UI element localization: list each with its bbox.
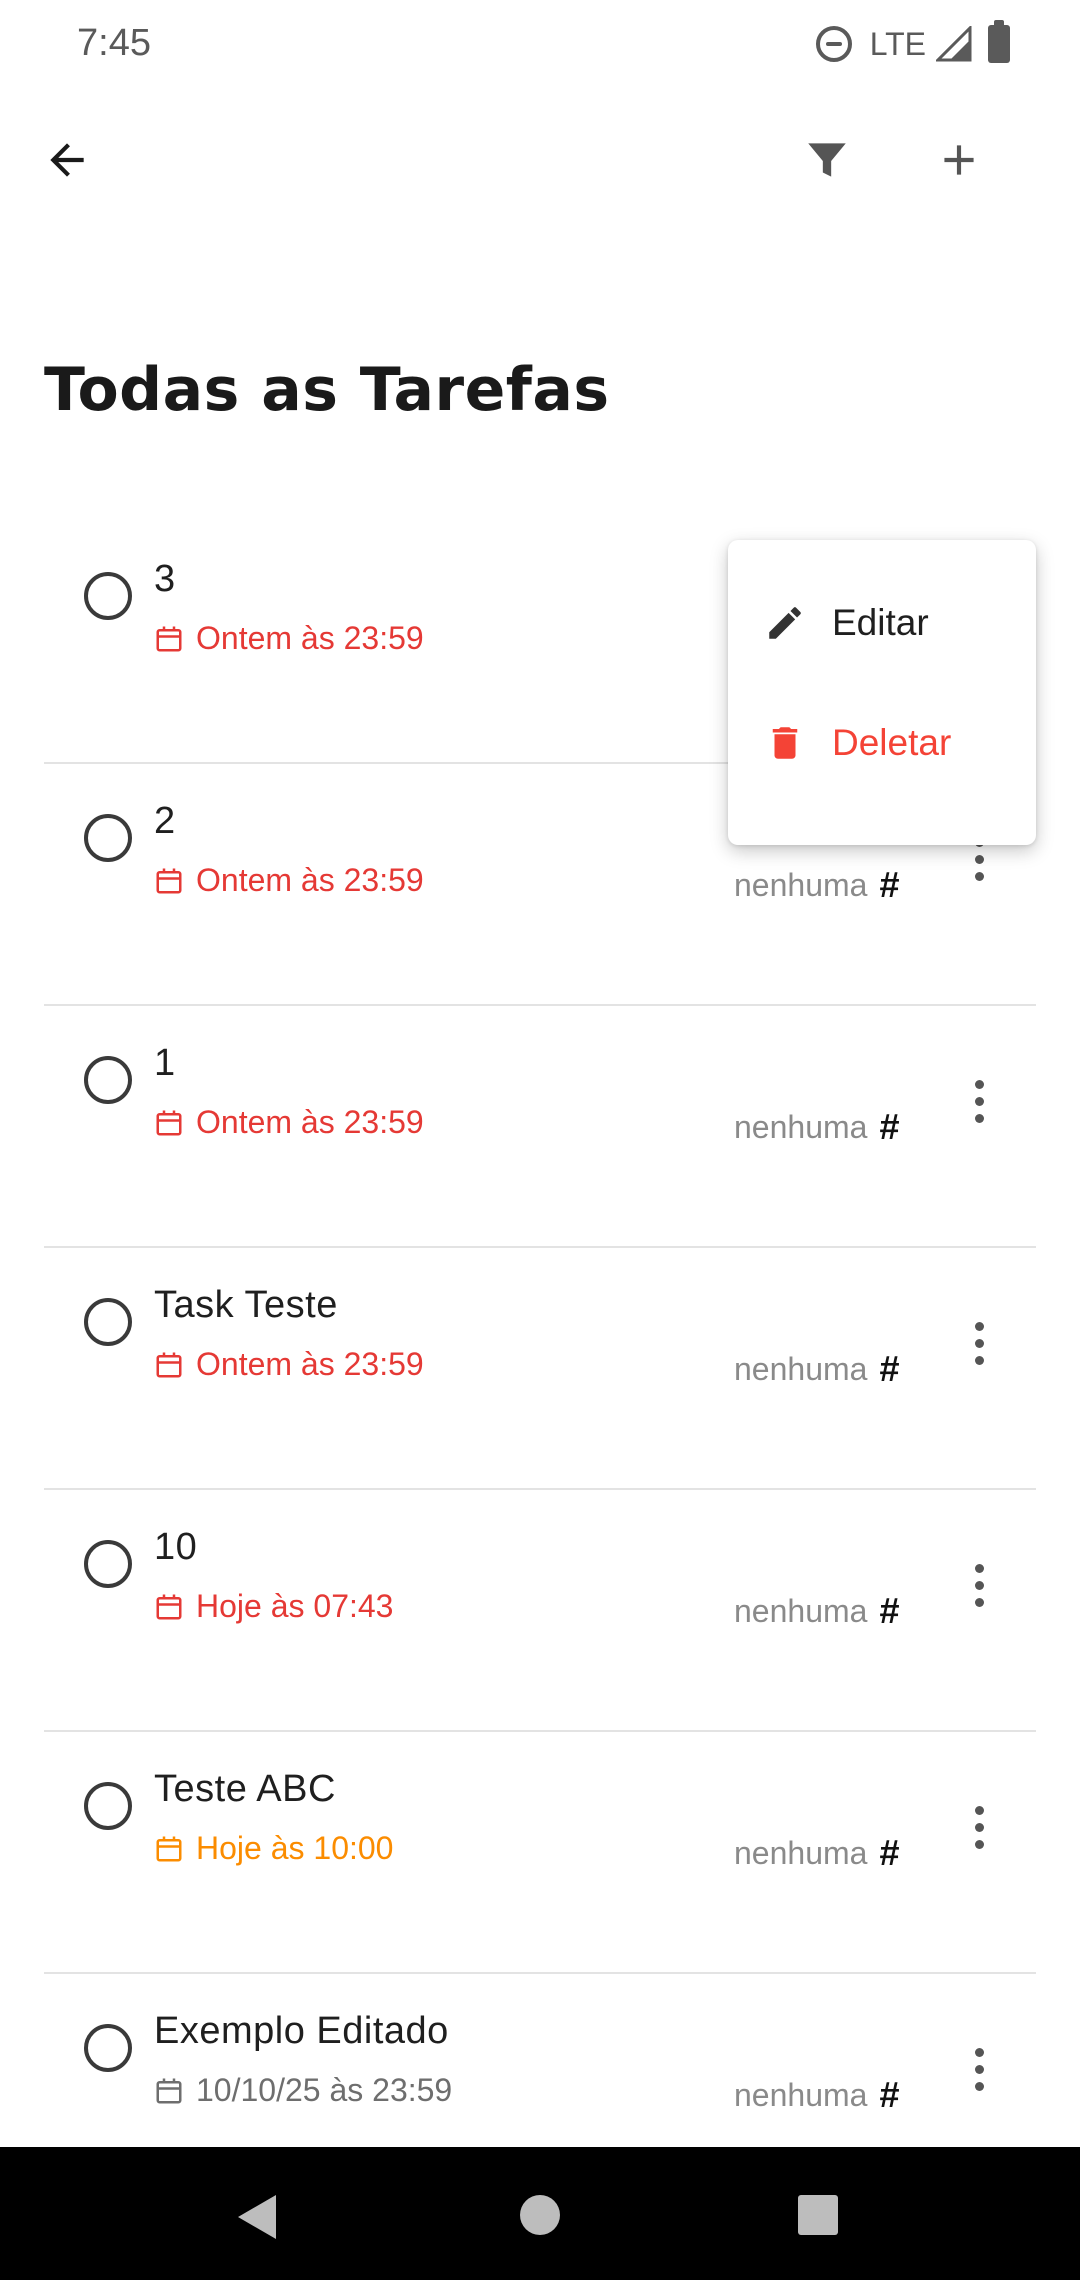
complete-checkbox[interactable] bbox=[84, 1540, 132, 1588]
more-options-button[interactable] bbox=[944, 1787, 1014, 1867]
arrow-back-icon bbox=[50, 143, 84, 177]
more-options-button[interactable] bbox=[944, 1303, 1014, 1383]
task-tag[interactable]: nenhuma # bbox=[734, 864, 899, 906]
complete-checkbox[interactable] bbox=[84, 572, 132, 620]
task-row[interactable]: 1 Ontem às 23:59 nenhuma # bbox=[44, 1006, 1036, 1248]
task-row[interactable]: Teste ABC Hoje às 10:00 nenhuma # bbox=[44, 1732, 1036, 1974]
more-vert-icon bbox=[974, 1079, 984, 1089]
task-options-menu: Editar Deletar bbox=[728, 540, 1036, 845]
hash-icon: # bbox=[879, 1106, 900, 1147]
task-title: Task Teste bbox=[154, 1284, 338, 1326]
more-options-button[interactable] bbox=[944, 2029, 1014, 2109]
hash-icon: # bbox=[879, 1348, 900, 1389]
task-tag[interactable]: nenhuma # bbox=[734, 1348, 899, 1390]
complete-checkbox[interactable] bbox=[84, 1782, 132, 1830]
calendar-icon bbox=[156, 868, 182, 893]
task-due-text: Ontem às 23:59 bbox=[196, 1346, 424, 1382]
back-button[interactable] bbox=[22, 115, 112, 205]
nav-recents-icon[interactable] bbox=[798, 2195, 838, 2235]
task-due: Ontem às 23:59 bbox=[154, 862, 424, 899]
task-due: 10/10/25 às 23:59 bbox=[154, 2072, 452, 2109]
task-title: Teste ABC bbox=[154, 1768, 336, 1810]
delete-label: Deletar bbox=[832, 722, 952, 763]
task-tag[interactable]: nenhuma # bbox=[734, 2074, 899, 2116]
task-due-text: Hoje às 10:00 bbox=[196, 1830, 394, 1866]
tag-label: nenhuma bbox=[734, 1592, 868, 1629]
calendar-icon bbox=[156, 1352, 182, 1377]
task-tag[interactable]: nenhuma # bbox=[734, 1106, 899, 1148]
task-due-text: Hoje às 07:43 bbox=[196, 1588, 394, 1624]
network-type: LTE bbox=[869, 25, 926, 62]
task-due: Hoje às 07:43 bbox=[154, 1588, 393, 1625]
task-due-text: 10/10/25 às 23:59 bbox=[196, 2072, 453, 2108]
add-icon bbox=[944, 145, 974, 175]
do-not-disturb-icon bbox=[815, 26, 852, 62]
nav-home-icon[interactable] bbox=[520, 2195, 560, 2235]
hash-icon: # bbox=[879, 2074, 900, 2115]
tag-label: nenhuma bbox=[734, 1350, 868, 1387]
task-due: Ontem às 23:59 bbox=[154, 1104, 424, 1141]
battery-icon bbox=[988, 20, 1010, 63]
menu-item-edit[interactable]: Editar bbox=[728, 578, 1036, 668]
edit-icon bbox=[769, 607, 801, 639]
tag-label: nenhuma bbox=[734, 866, 868, 903]
task-due-text: Ontem às 23:59 bbox=[196, 1104, 424, 1140]
task-due: Ontem às 23:59 bbox=[154, 1346, 424, 1383]
status-time: 7:45 bbox=[77, 22, 151, 64]
task-due-text: Ontem às 23:59 bbox=[196, 620, 424, 656]
edit-label: Editar bbox=[832, 602, 929, 643]
complete-checkbox[interactable] bbox=[84, 814, 132, 862]
filter-icon bbox=[808, 143, 846, 177]
system-nav-bar bbox=[0, 2147, 1080, 2280]
status-bar: 7:45 LTE bbox=[0, 0, 1080, 90]
complete-checkbox[interactable] bbox=[84, 1298, 132, 1346]
task-due: Ontem às 23:59 bbox=[154, 620, 424, 657]
task-row[interactable]: 10 Hoje às 07:43 nenhuma # bbox=[44, 1490, 1036, 1732]
task-tag[interactable]: nenhuma # bbox=[734, 1590, 899, 1632]
tag-label: nenhuma bbox=[734, 1834, 868, 1871]
complete-checkbox[interactable] bbox=[84, 1056, 132, 1104]
add-task-button[interactable] bbox=[914, 115, 1004, 205]
more-vert-icon bbox=[974, 2047, 984, 2057]
hash-icon: # bbox=[879, 864, 900, 905]
task-title: Exemplo Editado bbox=[154, 2010, 449, 2052]
status-icons: LTE bbox=[815, 20, 1010, 68]
complete-checkbox[interactable] bbox=[84, 2024, 132, 2072]
hash-icon: # bbox=[879, 1832, 900, 1873]
more-vert-icon bbox=[974, 1805, 984, 1815]
filter-button[interactable] bbox=[782, 115, 872, 205]
task-due: Hoje às 10:00 bbox=[154, 1830, 393, 1867]
task-title: 1 bbox=[154, 1042, 176, 1084]
hash-icon: # bbox=[879, 1590, 900, 1631]
delete-icon bbox=[772, 727, 798, 759]
tag-label: nenhuma bbox=[734, 1108, 868, 1145]
tag-label: nenhuma bbox=[734, 2076, 868, 2113]
signal-icon bbox=[936, 26, 972, 62]
task-due-text: Ontem às 23:59 bbox=[196, 862, 424, 898]
task-title: 2 bbox=[154, 800, 176, 842]
calendar-icon bbox=[156, 626, 182, 651]
app-bar bbox=[0, 110, 1080, 210]
task-list-screen: 7:45 LTE Todas as Tarefas 3 Ontem às 23:… bbox=[0, 0, 1080, 2280]
more-vert-icon bbox=[974, 1321, 984, 1331]
nav-back-icon[interactable] bbox=[238, 2195, 276, 2239]
more-options-button[interactable] bbox=[944, 1545, 1014, 1625]
task-title: 3 bbox=[154, 558, 176, 600]
calendar-icon bbox=[156, 1836, 182, 1861]
task-tag[interactable]: nenhuma # bbox=[734, 1832, 899, 1874]
more-vert-icon bbox=[974, 1563, 984, 1573]
more-options-button[interactable] bbox=[944, 1061, 1014, 1141]
task-row[interactable]: Task Teste Ontem às 23:59 nenhuma # bbox=[44, 1248, 1036, 1490]
calendar-icon bbox=[156, 1110, 182, 1135]
menu-item-delete[interactable]: Deletar bbox=[728, 668, 1036, 818]
task-title: 10 bbox=[154, 1526, 198, 1568]
calendar-icon bbox=[156, 2078, 182, 2103]
page-title: Todas as Tarefas bbox=[44, 355, 610, 425]
calendar-icon bbox=[156, 1594, 182, 1619]
